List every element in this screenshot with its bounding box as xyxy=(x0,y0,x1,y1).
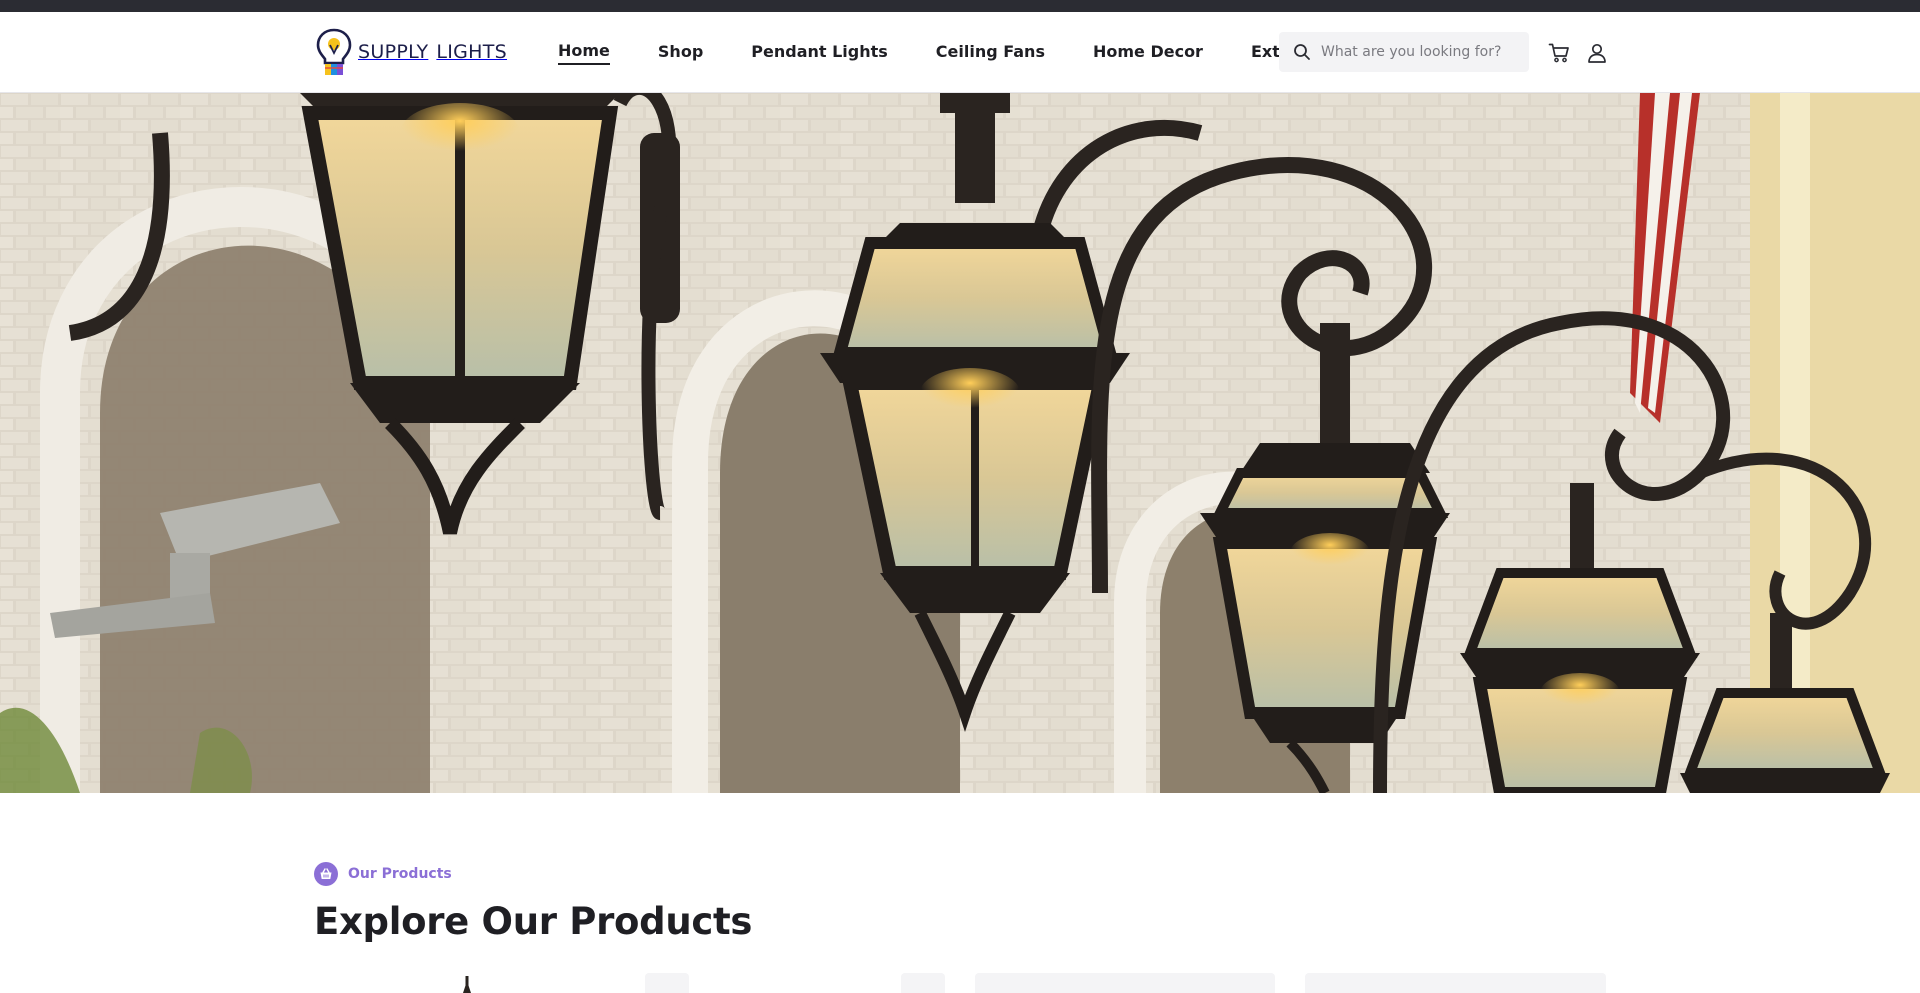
site-header: SUPPLY LIGHTS Home Shop Pendant Lights Ce… xyxy=(0,12,1920,93)
hero-banner xyxy=(0,93,1920,793)
cart-button[interactable] xyxy=(1546,40,1572,66)
product-card[interactable] xyxy=(1305,973,1606,993)
user-icon xyxy=(1588,43,1606,63)
site-logo[interactable]: SUPPLY LIGHTS xyxy=(314,27,507,77)
lightbulb-logo-icon xyxy=(316,28,352,75)
search-box xyxy=(1279,32,1529,72)
nav-item-home[interactable]: Home xyxy=(558,41,610,65)
product-thumb-left xyxy=(645,973,689,993)
section-eyebrow: Our Products xyxy=(314,862,1606,886)
search-input[interactable] xyxy=(1321,44,1511,60)
product-image xyxy=(463,976,471,993)
nav-item-home-decor[interactable]: Home Decor xyxy=(1093,42,1203,64)
main-navigation: Home Shop Pendant Lights Ceiling Fans Ho… xyxy=(558,12,1323,93)
product-grid xyxy=(314,973,1606,993)
nav-item-pendant-lights[interactable]: Pendant Lights xyxy=(751,42,888,64)
cart-icon xyxy=(1548,43,1569,63)
section-eyebrow-label: Our Products xyxy=(348,866,452,882)
brand-name: SUPPLY LIGHTS xyxy=(358,41,507,63)
product-card[interactable] xyxy=(314,973,624,993)
product-card[interactable] xyxy=(975,973,1275,993)
section-title: Explore Our Products xyxy=(314,900,753,943)
nav-item-shop[interactable]: Shop xyxy=(658,42,703,64)
brand-name-part2: LIGHTS xyxy=(436,41,508,63)
hero-lanterns-image xyxy=(0,93,1920,793)
nav-item-ceiling-fans[interactable]: Ceiling Fans xyxy=(936,42,1045,64)
brand-name-part1: SUPPLY xyxy=(358,41,429,63)
product-card[interactable] xyxy=(645,973,955,993)
search-icon[interactable] xyxy=(1293,43,1311,61)
product-thumb-right xyxy=(901,973,945,993)
basket-icon xyxy=(314,862,338,886)
top-announcement-bar xyxy=(0,0,1920,12)
account-button[interactable] xyxy=(1584,40,1610,66)
products-section-header: Our Products Explore Our Products xyxy=(314,862,1606,943)
